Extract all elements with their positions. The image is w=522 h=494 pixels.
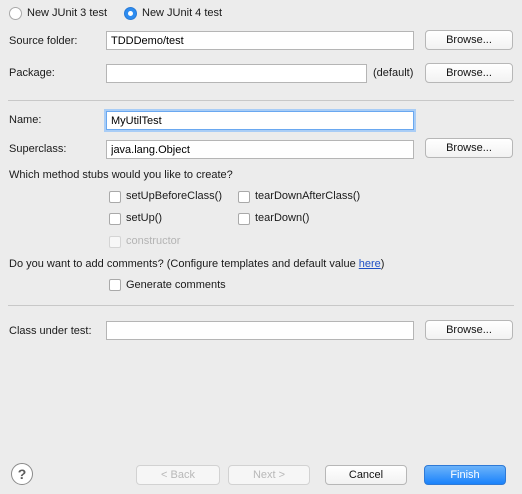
teardown-after-class-label[interactable]: tearDownAfterClass() (255, 189, 360, 203)
setup-label[interactable]: setUp() (126, 211, 162, 225)
superclass-input[interactable] (106, 140, 414, 159)
comments-question: Do you want to add comments? (Configure … (9, 257, 384, 271)
package-default-text: (default) (373, 67, 414, 79)
package-browse-button[interactable]: Browse... (425, 63, 513, 83)
finish-button[interactable]: Finish (424, 465, 506, 485)
constructor-label[interactable]: constructor (126, 234, 180, 248)
cancel-button[interactable]: Cancel (325, 465, 407, 485)
junit3-radio[interactable] (9, 7, 22, 20)
constructor-checkbox[interactable] (109, 236, 121, 248)
setup-before-class-checkbox[interactable] (109, 191, 121, 203)
package-input[interactable] (106, 64, 367, 83)
teardown-after-class-checkbox[interactable] (238, 191, 250, 203)
setup-checkbox[interactable] (109, 213, 121, 225)
teardown-label[interactable]: tearDown() (255, 211, 309, 225)
generate-comments-checkbox[interactable] (109, 279, 121, 291)
class-under-test-label: Class under test: (9, 325, 92, 337)
configure-templates-link[interactable]: here (359, 258, 381, 270)
teardown-checkbox[interactable] (238, 213, 250, 225)
setup-before-class-label[interactable]: setUpBeforeClass() (126, 189, 222, 203)
comments-question-suffix: ) (380, 258, 385, 270)
source-folder-label: Source folder: (9, 35, 78, 47)
name-label: Name: (9, 114, 42, 126)
question-mark-icon[interactable]: ? (11, 463, 33, 485)
superclass-label: Superclass: (9, 143, 67, 155)
name-input[interactable] (106, 111, 414, 130)
source-folder-browse-button[interactable]: Browse... (425, 30, 513, 50)
junit4-radio[interactable] (124, 7, 137, 20)
next-button[interactable]: Next > (228, 465, 310, 485)
separator-top (8, 100, 514, 101)
comments-question-text: Do you want to add comments? (Configure … (9, 258, 359, 270)
superclass-browse-button[interactable]: Browse... (425, 138, 513, 158)
back-button[interactable]: < Back (136, 465, 220, 485)
class-under-test-input[interactable] (106, 321, 414, 340)
package-label: Package: (9, 67, 55, 79)
junit3-radio-label[interactable]: New JUnit 3 test (27, 6, 107, 20)
class-under-test-browse-button[interactable]: Browse... (425, 320, 513, 340)
junit4-radio-label[interactable]: New JUnit 4 test (142, 6, 222, 20)
separator-bottom (8, 305, 514, 306)
generate-comments-label[interactable]: Generate comments (126, 278, 226, 292)
source-folder-input[interactable] (106, 31, 414, 50)
stubs-question: Which method stubs would you like to cre… (9, 169, 233, 181)
